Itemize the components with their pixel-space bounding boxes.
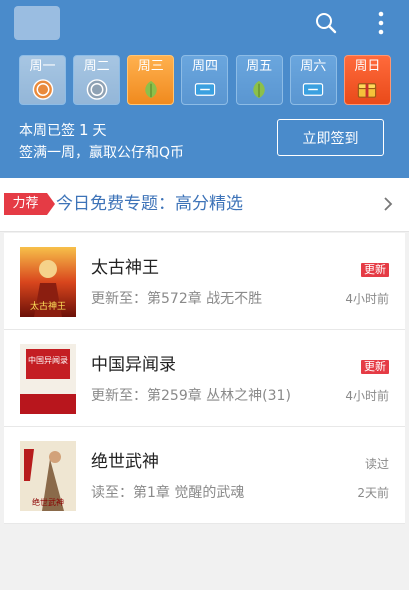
book-cover-title: 太古神王 [30, 300, 66, 312]
sign-in-header: 周一 周二 周三 周四 周五 周六 周日 本周已签 1 天 签满一周，赢取公仔和… [0, 0, 409, 178]
day-label: 周一 [29, 59, 56, 74]
signed-suffix: 天 [92, 123, 107, 139]
book-title: 太古神王 [91, 258, 159, 278]
sign-in-button[interactable]: 立即签到 [277, 119, 384, 156]
book-cover: 中国异闻录 [20, 344, 76, 414]
promo-banner[interactable]: 力荐 今日免费专题：高分精选 [0, 178, 409, 232]
book-row[interactable]: 中国异闻录 中国异闻录 更新至：第259章 丛林之神(31) 更新 4小时前 [4, 330, 405, 427]
signed-days-text: 本周已签 1 天 [19, 120, 107, 141]
day-wednesday[interactable]: 周三 [127, 55, 175, 105]
day-label: 周日 [354, 59, 381, 74]
book-progress: 更新至：第572章 战无不胜 [91, 291, 263, 307]
book-row[interactable]: 绝世武神 绝世武神 读至：第1章 觉醒的武魂 读过 2天前 [4, 427, 405, 524]
book-time: 2天前 [357, 486, 389, 500]
day-tuesday[interactable]: 周二 [73, 55, 121, 105]
update-badge: 更新 [361, 263, 389, 277]
promo-tag: 力荐 [4, 193, 55, 215]
book-cover: 绝世武神 [20, 441, 76, 511]
search-icon[interactable] [311, 10, 341, 36]
book-cover: 太古神王 [20, 247, 76, 317]
day-label: 周三 [137, 59, 164, 74]
day-label: 周五 [246, 59, 273, 74]
avatar[interactable] [14, 6, 60, 40]
gift-chest-icon [358, 83, 377, 98]
signed-count: 1 [79, 121, 89, 139]
day-saturday[interactable]: 周六 [289, 55, 337, 105]
promo-title: 今日免费专题：高分精选 [56, 194, 243, 214]
book-progress: 更新至：第259章 丛林之神(31) [91, 388, 291, 404]
signed-prefix: 本周已签 [19, 123, 75, 139]
more-menu-icon[interactable] [366, 10, 396, 36]
day-thursday[interactable]: 周四 [181, 55, 229, 105]
reward-text: 签满一周，赢取公仔和Q币 [19, 145, 185, 161]
coupon-icon [194, 83, 216, 96]
book-progress: 读至：第1章 觉醒的武魂 [91, 485, 245, 501]
book-row[interactable]: 太古神王 太古神王 更新至：第572章 战无不胜 更新 4小时前 [4, 233, 405, 330]
book-cover-title: 中国异闻录 [28, 355, 68, 365]
book-title: 中国异闻录 [91, 355, 176, 375]
update-badge: 更新 [361, 360, 389, 374]
signed-stamp-icon [32, 79, 53, 100]
day-sunday[interactable]: 周日 [343, 55, 391, 105]
book-cover-title: 绝世武神 [32, 497, 64, 507]
book-time: 4小时前 [345, 292, 389, 306]
day-label: 周六 [300, 59, 327, 74]
book-time: 4小时前 [345, 389, 389, 403]
leaf-icon [145, 80, 157, 99]
chevron-right-icon [384, 197, 393, 211]
day-monday[interactable]: 周一 [19, 55, 66, 105]
book-title: 绝世武神 [91, 452, 159, 472]
day-label: 周四 [191, 59, 218, 74]
weekday-sign-strip: 周一 周二 周三 周四 周五 周六 周日 [19, 55, 391, 105]
missed-stamp-icon [86, 79, 107, 100]
read-status: 读过 [364, 457, 389, 471]
coupon-icon [303, 83, 324, 96]
day-label: 周二 [83, 59, 110, 74]
day-friday[interactable]: 周五 [235, 55, 283, 105]
leaf-icon [253, 80, 265, 99]
